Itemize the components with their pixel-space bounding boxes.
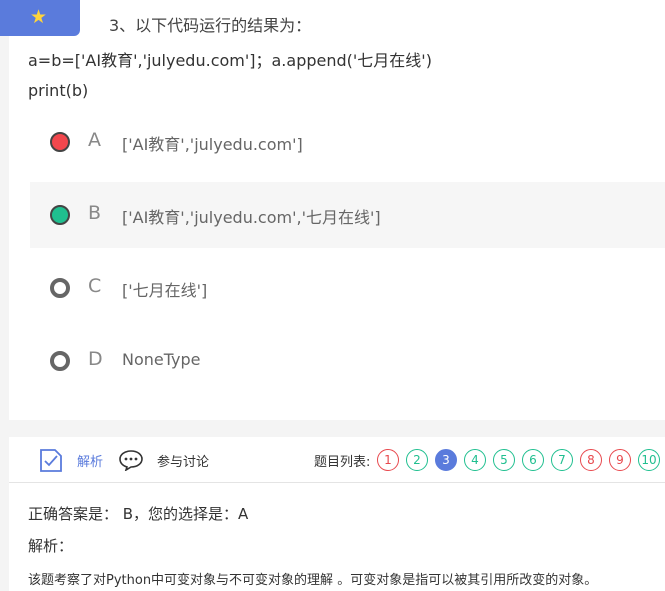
tab-analysis[interactable]: 解析 [77,451,103,470]
answer-toolbar: 解析 参与讨论 题目列表: 1 2 3 4 5 6 7 8 9 10 [9,437,665,483]
question-number-6[interactable]: 6 [522,449,544,471]
question-number-8[interactable]: 8 [580,449,602,471]
answer-panel: 正确答案是： B，您的选择是：A 解析： 该题考察了对Python中可变对象与不… [9,483,665,591]
option-a-radio[interactable] [50,132,70,152]
option-b-radio[interactable] [50,205,70,225]
star-icon[interactable]: ★ [30,8,47,27]
option-a-letter: A [88,129,101,151]
tab-discuss[interactable]: 参与讨论 [157,451,209,470]
correct-answer-line: 正确答案是： B，您的选择是：A [28,505,249,523]
option-d-text: NoneType [122,350,201,369]
question-number-3[interactable]: 3 [435,449,457,471]
code-line-2: print(b) [28,81,89,100]
option-c-letter: C [88,275,102,297]
option-a-text: ['AI教育','julyedu.com'] [122,135,303,154]
favorite-badge[interactable]: ★ [0,0,80,36]
explanation-text: 该题考察了对Python中可变对象与不可变对象的理解 。可变对象是指可以被其引用… [28,573,598,588]
option-c-radio[interactable] [50,278,70,298]
question-number-10[interactable]: 10 [638,449,660,471]
chat-bubble-icon[interactable] [118,449,144,471]
option-c-text: ['七月在线'] [122,281,208,300]
question-number-4[interactable]: 4 [464,449,486,471]
analysis-heading: 解析： [28,537,74,555]
option-d-letter: D [88,348,103,370]
option-c[interactable]: C ['七月在线'] [30,255,665,321]
question-number-7[interactable]: 7 [551,449,573,471]
code-line-1: a=b=['AI教育','julyedu.com']；a.append('七月在… [28,51,432,70]
option-d[interactable]: D NoneType [30,328,665,394]
option-a[interactable]: A ['AI教育','julyedu.com'] [30,109,665,175]
option-d-radio[interactable] [50,351,70,371]
option-b-text: ['AI教育','julyedu.com','七月在线'] [122,208,381,227]
question-number-1[interactable]: 1 [377,449,399,471]
question-list-label: 题目列表: [314,455,371,470]
question-number-5[interactable]: 5 [493,449,515,471]
question-number-2[interactable]: 2 [406,449,428,471]
page-left-gutter [0,0,9,591]
option-b-letter: B [88,202,102,224]
question-number-9[interactable]: 9 [609,449,631,471]
question-title: 3、以下代码运行的结果为： [109,16,312,35]
option-b[interactable]: B ['AI教育','julyedu.com','七月在线'] [30,182,665,248]
document-check-icon[interactable] [39,448,63,473]
